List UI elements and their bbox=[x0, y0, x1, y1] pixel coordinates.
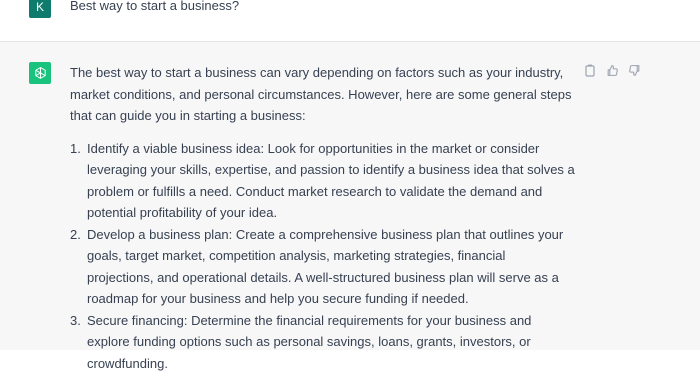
list-item-number: 3. bbox=[70, 310, 81, 332]
assistant-intro-paragraph: The best way to start a business can var… bbox=[70, 62, 575, 127]
list-item-number: 2. bbox=[70, 224, 81, 246]
list-item-text: Secure financing: Determine the financia… bbox=[87, 313, 531, 371]
thumbs-up-button[interactable] bbox=[604, 62, 620, 78]
message-actions bbox=[582, 62, 642, 78]
user-avatar: K bbox=[29, 0, 51, 18]
copy-icon bbox=[584, 64, 596, 77]
thumbs-up-icon bbox=[606, 64, 619, 77]
openai-logo-icon bbox=[33, 66, 48, 81]
list-item-text: Develop a business plan: Create a compre… bbox=[87, 227, 563, 307]
list-item-text: Identify a viable business idea: Look fo… bbox=[87, 141, 575, 221]
steps-list: 1. Identify a viable business idea: Look… bbox=[70, 138, 575, 374]
list-item: 3. Secure financing: Determine the finan… bbox=[70, 310, 575, 374]
thumbs-down-icon bbox=[628, 64, 641, 77]
assistant-message-row: The best way to start a business can var… bbox=[0, 42, 700, 350]
list-item: 2. Develop a business plan: Create a com… bbox=[70, 224, 575, 310]
assistant-message-content: The best way to start a business can var… bbox=[70, 62, 575, 374]
thumbs-down-button[interactable] bbox=[626, 62, 642, 78]
user-message-text: Best way to start a business? bbox=[70, 0, 239, 16]
user-message-row: K Best way to start a business? bbox=[0, 0, 700, 42]
list-item: 1. Identify a viable business idea: Look… bbox=[70, 138, 575, 224]
assistant-avatar bbox=[29, 62, 51, 84]
copy-button[interactable] bbox=[582, 62, 598, 78]
list-item-number: 1. bbox=[70, 138, 81, 160]
